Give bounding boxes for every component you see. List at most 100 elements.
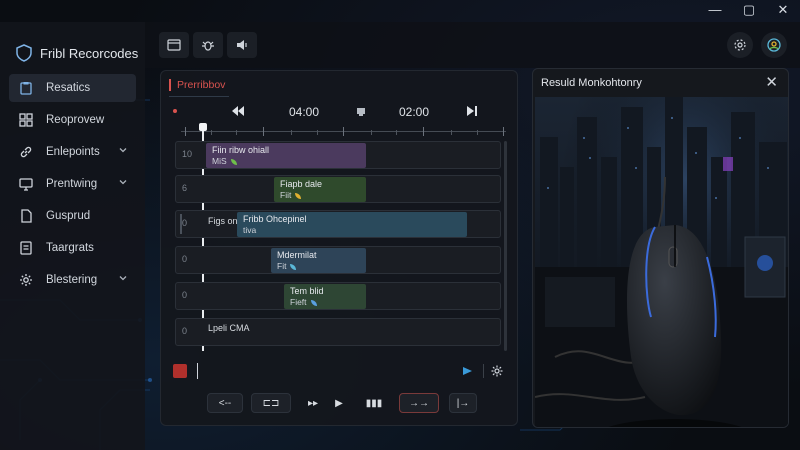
list-icon [18, 240, 34, 256]
time-start: 04:00 [289, 105, 320, 119]
settings-icon [734, 39, 746, 51]
record-indicator [173, 109, 177, 113]
skip-end-icon[interactable] [466, 105, 478, 120]
gear-icon[interactable] [491, 364, 503, 382]
marker-icon[interactable] [356, 106, 366, 120]
timeline-clip[interactable]: Fiin ribw ohiall MiS [206, 143, 366, 168]
record-button[interactable] [173, 364, 187, 378]
sidebar-item-enlepoints[interactable]: Enlepoints [9, 138, 136, 166]
panel-icon [167, 39, 181, 51]
sidebar-item-label: Prentwing [46, 178, 98, 190]
panel-button[interactable] [159, 32, 189, 58]
time-ruler[interactable] [181, 126, 506, 136]
chevron-down-icon[interactable] [118, 273, 128, 286]
audio-button[interactable] [227, 32, 257, 58]
app-title: Fribl Recorcodes [40, 45, 139, 61]
link-icon [18, 144, 34, 160]
fast-forward-button[interactable]: ▸▸ [301, 393, 325, 413]
monitor-icon [18, 176, 34, 192]
transport-bar: 04:00 02:00 [161, 105, 517, 125]
clip-title: Fiin ribw ohiall [212, 145, 270, 155]
loop-button[interactable]: ⊏⊐ [251, 393, 291, 413]
debug-button[interactable] [193, 32, 223, 58]
leaf-icon [310, 299, 317, 306]
close-icon[interactable]: ✕ [776, 2, 790, 18]
tab-timeline[interactable]: Prerribbov [169, 79, 225, 91]
timeline-track[interactable]: 10 Fiin ribw ohiall MiS [175, 141, 501, 169]
sidebar-item-label: Enlepoints [46, 146, 100, 158]
clipboard-icon [18, 80, 34, 96]
text-cursor [197, 363, 198, 379]
timeline-track[interactable]: 0 Lpeli CMA [175, 318, 501, 346]
profile-button[interactable] [761, 32, 787, 58]
track-number: 0 [182, 326, 188, 336]
timeline-clip[interactable]: Mdermilat Fit [271, 248, 366, 273]
clip-title: Fiapb dale [280, 179, 323, 189]
track-number: 10 [182, 149, 193, 159]
sidebar-item-reoprovew[interactable]: Reoprovew [9, 106, 136, 134]
frames-button[interactable]: ▮▮▮ [361, 393, 387, 413]
sidebar-item-prentwing[interactable]: Prentwing [9, 170, 136, 198]
brand: Fribl Recorcodes [0, 22, 145, 70]
flag-icon[interactable] [461, 365, 473, 383]
timeline-clip[interactable]: Fribb Ohcepinel tiva [237, 212, 467, 237]
top-toolbar [145, 22, 800, 68]
next-button[interactable]: →→ [399, 393, 439, 413]
clip-subtitle: MiS [212, 156, 227, 166]
timeline-panel: Prerribbov 04:00 02:00 10 Fiin ribw ohia… [160, 70, 518, 426]
playback-controls: <-- ⊏⊐ ▸▸ ▶ ▮▮▮ →→ |→ [161, 393, 517, 417]
clip-title: Fribb Ohcepinel [243, 214, 307, 224]
track-number: 0 [182, 254, 188, 264]
chevron-down-icon[interactable] [118, 177, 128, 190]
profile-icon [767, 38, 781, 52]
document-icon [18, 208, 34, 224]
leaf-icon [290, 263, 297, 270]
clip-subtitle: tiva [243, 225, 257, 235]
sidebar-item-taargrats[interactable]: Taargrats [9, 234, 136, 262]
window-controls: — ▢ ✕ [708, 2, 790, 18]
back-button[interactable]: <-- [207, 393, 243, 413]
track-number: 0 [182, 218, 188, 228]
sidebar-item-label: Resatics [46, 82, 91, 94]
preview-title: Resuld Monkohtonry [541, 77, 642, 89]
timeline-clip[interactable]: Tem blid Fieft [284, 284, 366, 309]
timeline-track[interactable]: 0 Tem blid Fieft [175, 282, 501, 310]
maximize-icon[interactable]: ▢ [742, 2, 756, 18]
play-button[interactable]: ▶ [327, 393, 351, 413]
playhead-handle[interactable] [199, 123, 207, 131]
sidebar-item-label: Taargrats [46, 242, 94, 254]
timeline-track[interactable]: 0 Figs on Fribb Ohcepinel tiva [175, 210, 501, 238]
minimize-icon[interactable]: — [708, 2, 722, 18]
settings-button[interactable] [727, 32, 753, 58]
clip-title: Mdermilat [277, 250, 317, 260]
clip-subtitle: Fit [277, 261, 287, 271]
preview-panel: Resuld Monkohtonry ✕ [532, 68, 789, 428]
track-label: Figs on [208, 216, 238, 226]
clip-subtitle: Fiit [280, 190, 292, 200]
sidebar-nav: Resatics Reoprovew Enlepoints Prentwing [0, 74, 145, 294]
chevron-down-icon[interactable] [118, 145, 128, 158]
track-number: 0 [182, 290, 188, 300]
sidebar-item-blestering[interactable]: Blestering [9, 266, 136, 294]
skip-end-button[interactable]: |→ [449, 393, 477, 413]
vertical-scrollbar[interactable] [504, 141, 507, 351]
shield-icon [16, 44, 32, 62]
leaf-icon [295, 192, 302, 199]
clip-title: Tem blid [290, 286, 324, 296]
clip-subtitle: Fieft [290, 297, 307, 307]
timeline-track[interactable]: 6 Fiapb dale Fiit [175, 175, 501, 203]
tab-underline [169, 96, 229, 97]
preview-image [535, 97, 788, 427]
grid-icon [18, 112, 34, 128]
sidebar-item-label: Reoprovew [46, 114, 105, 126]
timeline-clip[interactable]: Fiapb dale Fiit [274, 177, 366, 202]
bug-icon [202, 41, 214, 51]
close-icon[interactable]: ✕ [765, 73, 778, 91]
timeline-footer [171, 361, 509, 381]
sidebar-item-gusprud[interactable]: Gusprud [9, 202, 136, 230]
rewind-icon[interactable] [231, 105, 245, 120]
sidebar-item-resatics[interactable]: Resatics [9, 74, 136, 102]
timeline-track[interactable]: 0 Mdermilat Fit [175, 246, 501, 274]
leaf-icon [230, 158, 237, 165]
track-number: 6 [182, 183, 188, 193]
